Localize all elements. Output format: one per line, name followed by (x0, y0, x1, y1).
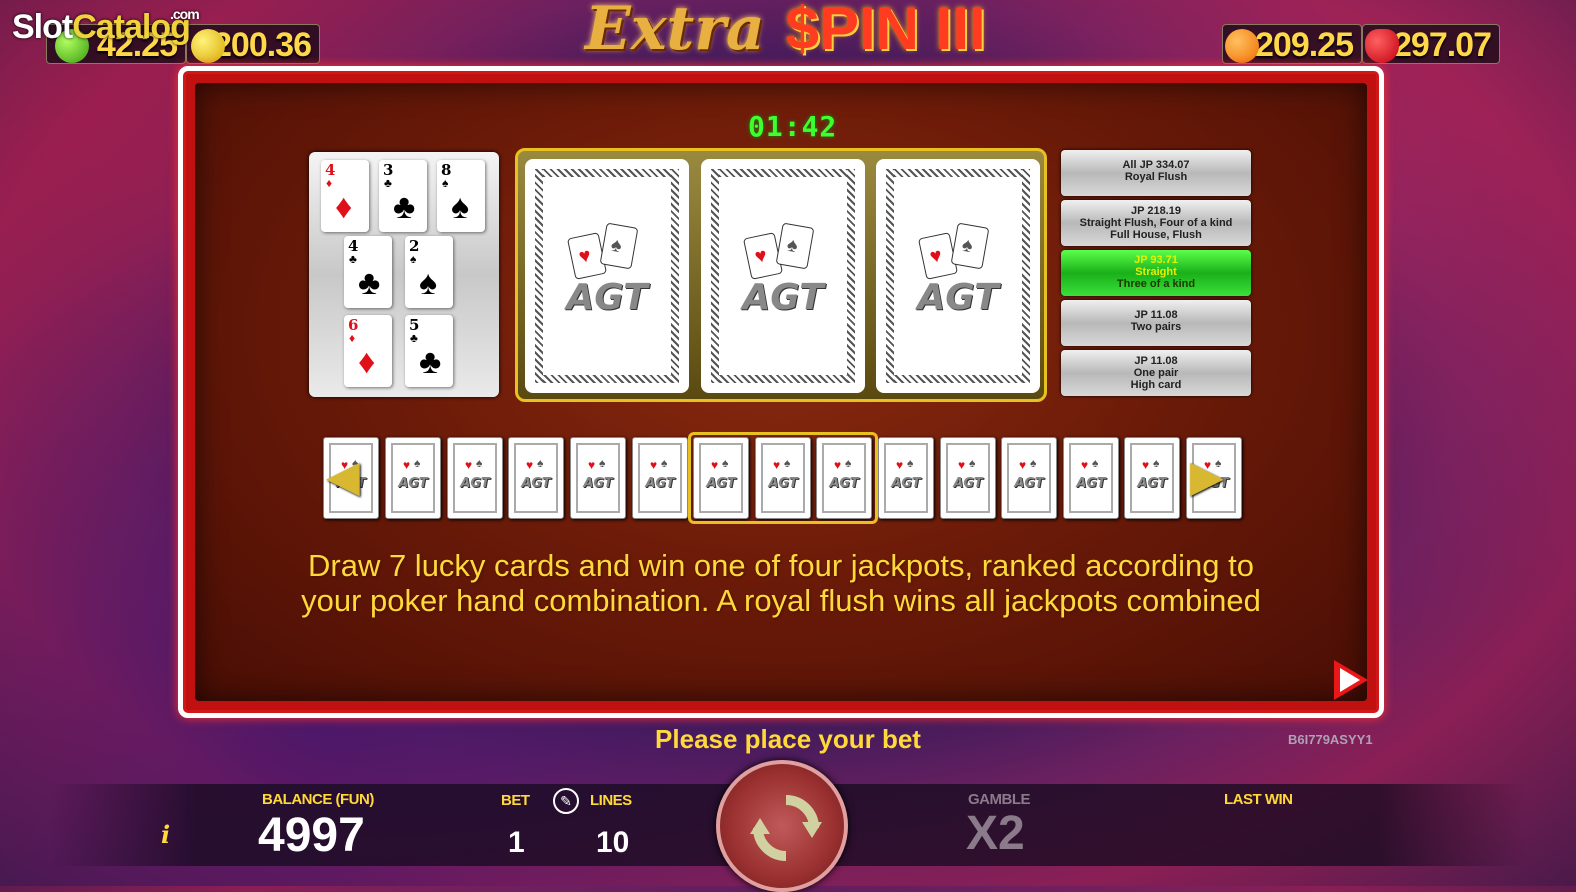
spade-icon: ♠ (1030, 456, 1037, 470)
balance-label: BALANCE (FUN) (262, 791, 374, 808)
strip-card: AGT ♥ ♠ (570, 437, 626, 519)
card-reel-frame: ♥ ♠ AGT ♥ ♠ AGT ♥ ♠ AGT (515, 148, 1047, 402)
balance-value: 4997 (258, 809, 365, 862)
last-win-label: LAST WIN (1224, 791, 1293, 808)
jackpot-row-one-pair: JP 11.08 One pair High card (1061, 350, 1251, 396)
info-button[interactable]: i (161, 820, 170, 849)
agt-logo: AGT (398, 476, 428, 491)
drawn-card: 4 ♦ ♦ (321, 160, 369, 232)
heart-icon: ♥ (958, 458, 966, 472)
next-page-icon[interactable] (1334, 660, 1368, 700)
drawn-card: 6 ♦ ♦ (344, 315, 392, 387)
heart-icon: ♥ (526, 458, 534, 472)
strip-card: AGT ♥ ♠ (878, 437, 934, 519)
edit-bet-icon[interactable]: ✎ (553, 788, 579, 814)
spin-button[interactable] (716, 760, 848, 892)
heart-icon: ♥ (1019, 458, 1027, 472)
game-description: Draw 7 lucky cards and win one of four j… (301, 548, 1261, 618)
agt-logo: AGT (742, 277, 824, 318)
heart-icon: ♥ (1081, 458, 1089, 472)
face-down-card[interactable]: ♥ ♠ AGT (525, 159, 689, 393)
heart-icon: ♥ (650, 458, 658, 472)
heart-icon: ♥ (1142, 458, 1150, 472)
agt-logo: AGT (1076, 476, 1106, 491)
game-title: Extra $PIN III (585, 0, 986, 64)
agt-logo: AGT (521, 476, 551, 491)
spade-icon: ♠ (537, 456, 544, 470)
strip-card: AGT ♥ ♠ (1124, 437, 1180, 519)
slotcatalog-logo: SlotCatalog .com (12, 6, 200, 46)
lemon-icon (191, 29, 225, 63)
agt-logo: AGT (645, 476, 675, 491)
strip-card: AGT ♥ ♠ (447, 437, 503, 519)
strip-card: AGT ♥ ♠ (1001, 437, 1057, 519)
gamble-value[interactable]: X2 (966, 806, 1025, 861)
agt-logo: AGT (1014, 476, 1044, 491)
agt-logo: AGT (891, 476, 921, 491)
scroll-left-icon[interactable]: ◀ (326, 455, 360, 499)
jackpot-row-straight-flush: JP 218.19 Straight Flush, Four of a kind F… (1061, 200, 1251, 246)
jackpot-row-straight: JP 93.71 Straight Three of a kind (1061, 250, 1251, 296)
spade-icon: ♠ (661, 456, 668, 470)
strip-selection-frame (688, 432, 878, 524)
jackpot-row-royal: All JP 334.07 Royal Flush (1061, 150, 1251, 196)
countdown-timer: 01:42 (748, 110, 838, 143)
heart-icon: ♥ (403, 458, 411, 472)
jackpot-lemon: 200.36 (186, 24, 320, 64)
jackpot-row-two-pairs: JP 11.08 Two pairs (1061, 300, 1251, 346)
spade-icon: ♠ (969, 456, 976, 470)
drawn-card: 5 ♣ ♣ (405, 315, 453, 387)
drawn-cards-panel: 4 ♦ ♦ 3 ♣ ♣ 8 ♠ ♠ 4 ♣ ♣ 2 ♠ ♠ 6 ♦ ♦ 5 ♣ ♣ (309, 152, 499, 397)
spade-icon: ♠ (1153, 456, 1160, 470)
strip-card: AGT ♥ ♠ (632, 437, 688, 519)
strip-card: AGT ♥ ♠ (940, 437, 996, 519)
jackpot-strawberry: 297.07 (1362, 24, 1500, 64)
strip-card: AGT ♥ ♠ (508, 437, 564, 519)
spade-icon: ♠ (599, 456, 606, 470)
agt-logo: AGT (460, 476, 490, 491)
heart-icon: ♥ (896, 458, 904, 472)
agt-logo: AGT (583, 476, 613, 491)
spade-icon: ♠ (414, 456, 421, 470)
bet-value[interactable]: 1 (508, 826, 525, 860)
face-down-card[interactable]: ♥ ♠ AGT (876, 159, 1040, 393)
bet-label: BET (501, 792, 530, 809)
game-id: B6I779ASYY1 (1288, 732, 1373, 747)
strip-card: AGT ♥ ♠ (385, 437, 441, 519)
agt-logo: AGT (566, 277, 648, 318)
orange-icon (1225, 29, 1259, 63)
strawberry-icon (1365, 29, 1399, 63)
strip-card: AGT ♥ ♠ (1063, 437, 1119, 519)
drawn-card: 4 ♣ ♣ (344, 236, 392, 308)
lines-value[interactable]: 10 (596, 826, 629, 860)
agt-logo: AGT (1137, 476, 1167, 491)
jackpot-orange: 209.25 (1222, 24, 1362, 64)
drawn-card: 8 ♠ ♠ (437, 160, 485, 232)
scroll-right-icon[interactable]: ▶ (1190, 455, 1224, 499)
heart-icon: ♥ (588, 458, 596, 472)
lines-label: LINES (590, 792, 632, 809)
heart-icon: ♥ (465, 458, 473, 472)
drawn-card: 2 ♠ ♠ (405, 236, 453, 308)
spade-icon: ♠ (907, 456, 914, 470)
drawn-card: 3 ♣ ♣ (379, 160, 427, 232)
agt-logo: AGT (917, 277, 999, 318)
agt-logo: AGT (953, 476, 983, 491)
spade-icon: ♠ (476, 456, 483, 470)
face-down-card[interactable]: ♥ ♠ AGT (701, 159, 865, 393)
spade-icon: ♠ (1092, 456, 1099, 470)
refresh-icon (750, 795, 822, 861)
